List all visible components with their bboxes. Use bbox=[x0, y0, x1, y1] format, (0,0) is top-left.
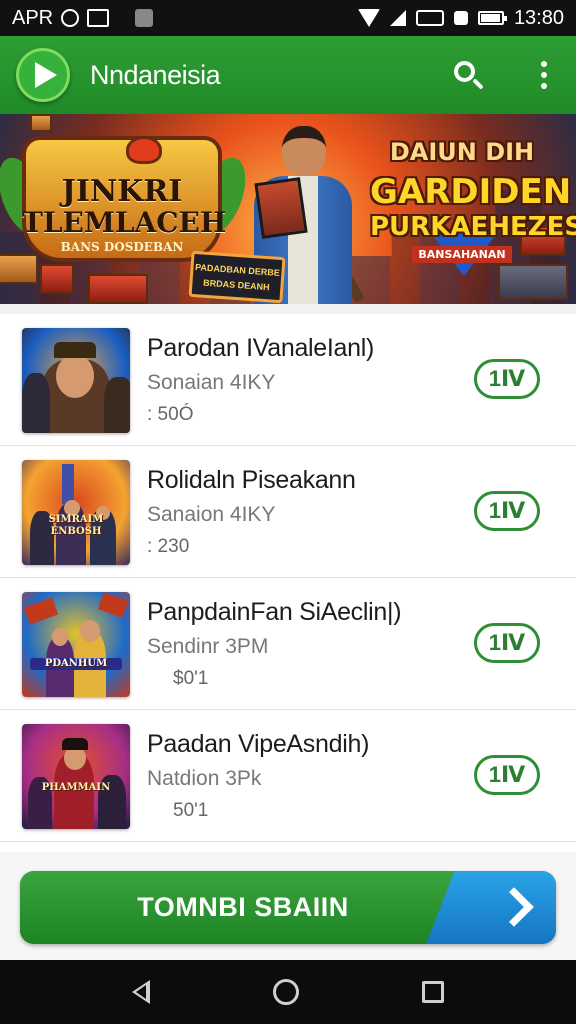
app-bar: Nndaneisia bbox=[0, 36, 576, 114]
search-icon[interactable] bbox=[452, 59, 484, 91]
price-button[interactable]: 1Ⅳ bbox=[474, 359, 540, 399]
battery-icon bbox=[477, 11, 507, 25]
banner-left-line2: TLEMLACEH bbox=[22, 206, 227, 239]
crate-icon bbox=[30, 114, 52, 132]
list-item[interactable]: SIMRAIM ENBOSH Rolidaln Piseakann Sanaio… bbox=[0, 446, 576, 578]
app-title: Nndaneisia bbox=[90, 59, 221, 90]
banner-right-line1: DAIUN DIH bbox=[389, 138, 535, 166]
banner-sign: PADADBAN DERBE BRDAS DEANH bbox=[188, 250, 286, 304]
game-subtitle: Natdion 3Pk bbox=[147, 767, 262, 790]
game-meta: $0'1 bbox=[173, 668, 209, 689]
crate-icon bbox=[40, 264, 74, 294]
price-button[interactable]: 1Ⅳ bbox=[474, 755, 540, 795]
wifi-icon bbox=[357, 9, 380, 27]
cta-button[interactable]: TOMNBI SBAIIN bbox=[20, 871, 556, 944]
game-subtitle: Sonaian 4IKY bbox=[147, 371, 276, 394]
cta-container: TOMNBI SBAIIN bbox=[0, 852, 576, 960]
price-button[interactable]: 1Ⅳ bbox=[474, 491, 540, 531]
banner-left-line1: JINKRI bbox=[61, 174, 183, 209]
game-title[interactable]: Paadan VipeAsndih) bbox=[147, 730, 369, 759]
crest-icon bbox=[126, 136, 162, 164]
game-subtitle: Sendinr 3PM bbox=[147, 635, 269, 658]
game-meta: : 230 bbox=[147, 536, 190, 557]
game-thumbnail[interactable]: PDANHUM bbox=[22, 592, 130, 697]
status-right: 13:80 bbox=[357, 6, 564, 30]
status-left-text: APR bbox=[12, 6, 54, 29]
list-item[interactable]: PHAMMAIN Paadan VipeAsndih) Natdion 3Pk … bbox=[0, 710, 576, 842]
game-title[interactable]: Rolidaln Piseakann bbox=[147, 466, 356, 495]
play-logo-icon[interactable] bbox=[16, 48, 70, 102]
lock-icon bbox=[453, 11, 468, 25]
thumbnail-tag: SIMRAIM ENBOSH bbox=[48, 514, 104, 537]
crate-icon bbox=[88, 274, 148, 304]
cta-label: TOMNBI SBAIIN bbox=[137, 892, 349, 922]
notification-icon bbox=[61, 9, 80, 27]
banner-right-line2: GARDIDEN bbox=[370, 172, 572, 212]
game-subtitle: Sanaion 4IKY bbox=[147, 503, 276, 526]
more-vert-icon[interactable] bbox=[528, 59, 560, 91]
sim-icon bbox=[415, 10, 444, 26]
system-nav-bar bbox=[0, 960, 576, 1024]
list-item[interactable]: PDANHUM PanpdainFan SiAeclin|) Sendinr 3… bbox=[0, 578, 576, 710]
game-meta: 50'1 bbox=[173, 800, 209, 821]
game-thumbnail[interactable]: SIMRAIM ENBOSH bbox=[22, 460, 130, 565]
banner-logo-right: DAIUN DIH GARDIDEN PURKAEHEZES BANSAHANA… bbox=[370, 138, 576, 288]
recents-icon[interactable] bbox=[422, 981, 445, 1003]
banner-logo-left: JINKRI TLEMLACEH BANS DOSDEBAN bbox=[0, 136, 255, 262]
app-notification-icon bbox=[135, 9, 154, 27]
game-thumbnail[interactable] bbox=[22, 328, 130, 433]
promo-banner[interactable]: JINKRI TLEMLACEH BANS DOSDEBAN PADADBAN … bbox=[0, 114, 576, 304]
game-title[interactable]: Parodan IVanaleIanl) bbox=[147, 334, 374, 363]
app-bar-actions bbox=[452, 59, 560, 91]
home-icon[interactable] bbox=[272, 979, 299, 1005]
list-item[interactable]: Parodan IVanaleIanl) Sonaian 4IKY : 50Ó … bbox=[0, 314, 576, 446]
back-icon[interactable] bbox=[131, 980, 150, 1004]
game-meta: : 50Ó bbox=[147, 404, 194, 425]
price-button[interactable]: 1Ⅳ bbox=[474, 623, 540, 663]
thumbnail-tag: PHAMMAIN bbox=[41, 782, 111, 793]
battery-fill bbox=[480, 14, 500, 22]
game-list: Parodan IVanaleIanl) Sonaian 4IKY : 50Ó … bbox=[0, 314, 576, 852]
banner-right-tagline: BANSAHANAN bbox=[412, 246, 512, 263]
signal-icon bbox=[389, 10, 406, 26]
gallery-icon bbox=[87, 9, 110, 27]
status-bar: APR 13:80 bbox=[0, 0, 576, 36]
game-title[interactable]: PanpdainFan SiAeclin|) bbox=[147, 598, 402, 627]
status-left: APR bbox=[12, 6, 154, 30]
thumbnail-tag: PDANHUM bbox=[30, 658, 122, 670]
status-time: 13:80 bbox=[513, 6, 564, 29]
banner-right-line3: PURKAEHEZES bbox=[370, 212, 576, 242]
game-thumbnail[interactable]: PHAMMAIN bbox=[22, 724, 130, 829]
